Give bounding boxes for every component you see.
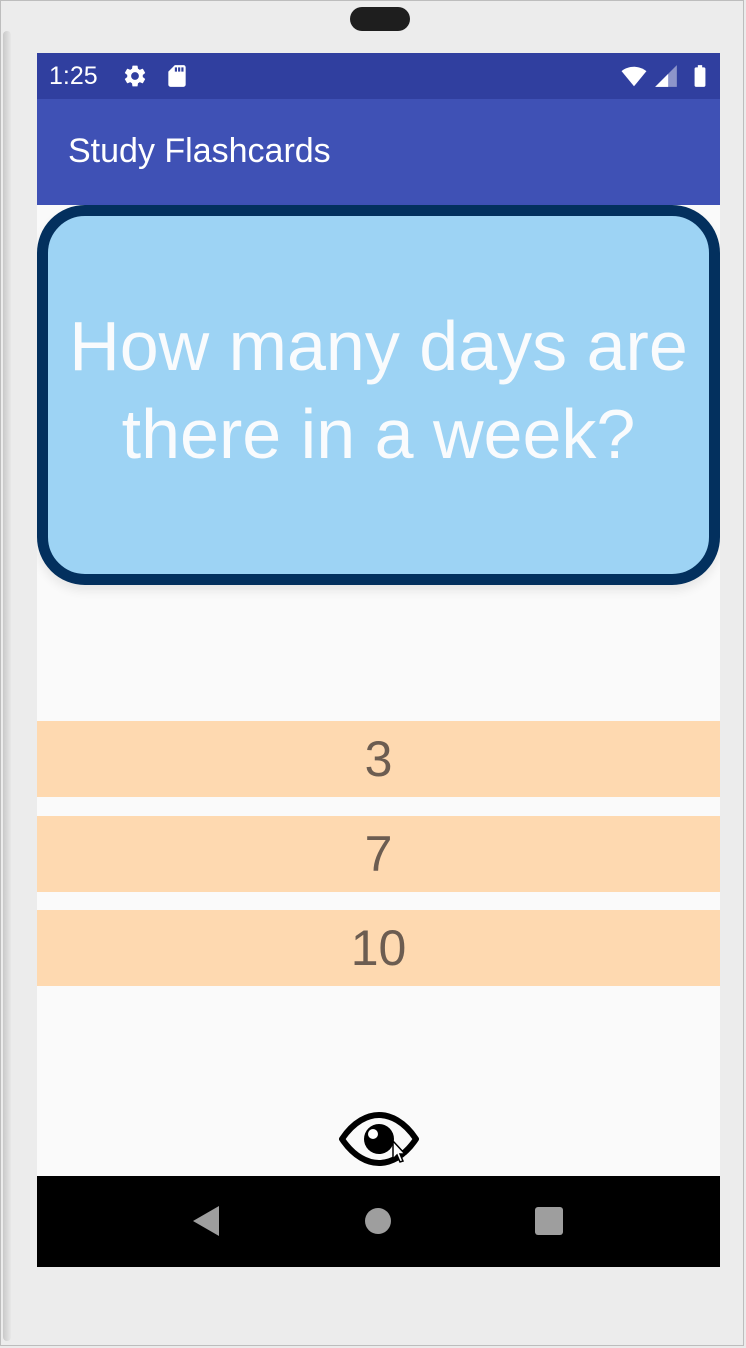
answer-option-2[interactable]: 7 xyxy=(37,816,720,892)
eye-icon[interactable] xyxy=(338,1111,420,1167)
device-frame: 1:25 Study Flashcards How many days are … xyxy=(0,0,744,1346)
sd-card-icon xyxy=(168,65,186,87)
screen: 1:25 Study Flashcards How many days are … xyxy=(37,53,720,1267)
app-title: Study Flashcards xyxy=(68,132,331,170)
question-card[interactable]: How many days are there in a week? xyxy=(37,205,720,585)
answer-option-3[interactable]: 10 xyxy=(37,910,720,986)
answer-option-1[interactable]: 3 xyxy=(37,721,720,797)
question-line-2: there in a week? xyxy=(121,395,636,473)
wifi-icon xyxy=(621,66,647,87)
device-side-edge xyxy=(3,31,11,1341)
home-icon[interactable] xyxy=(358,1201,398,1241)
settings-icon xyxy=(124,65,146,87)
recents-icon[interactable] xyxy=(529,1201,569,1241)
back-icon[interactable] xyxy=(187,1201,227,1241)
status-time: 1:25 xyxy=(49,62,98,90)
question-line-1: How many days are xyxy=(69,307,688,385)
navigation-bar xyxy=(37,1176,720,1267)
battery-icon xyxy=(694,65,706,87)
signal-icon xyxy=(655,65,677,87)
status-bar: 1:25 xyxy=(37,53,720,99)
app-bar: Study Flashcards xyxy=(37,99,720,205)
device-speaker xyxy=(350,7,410,31)
question-text: How many days are there in a week? xyxy=(69,302,688,478)
